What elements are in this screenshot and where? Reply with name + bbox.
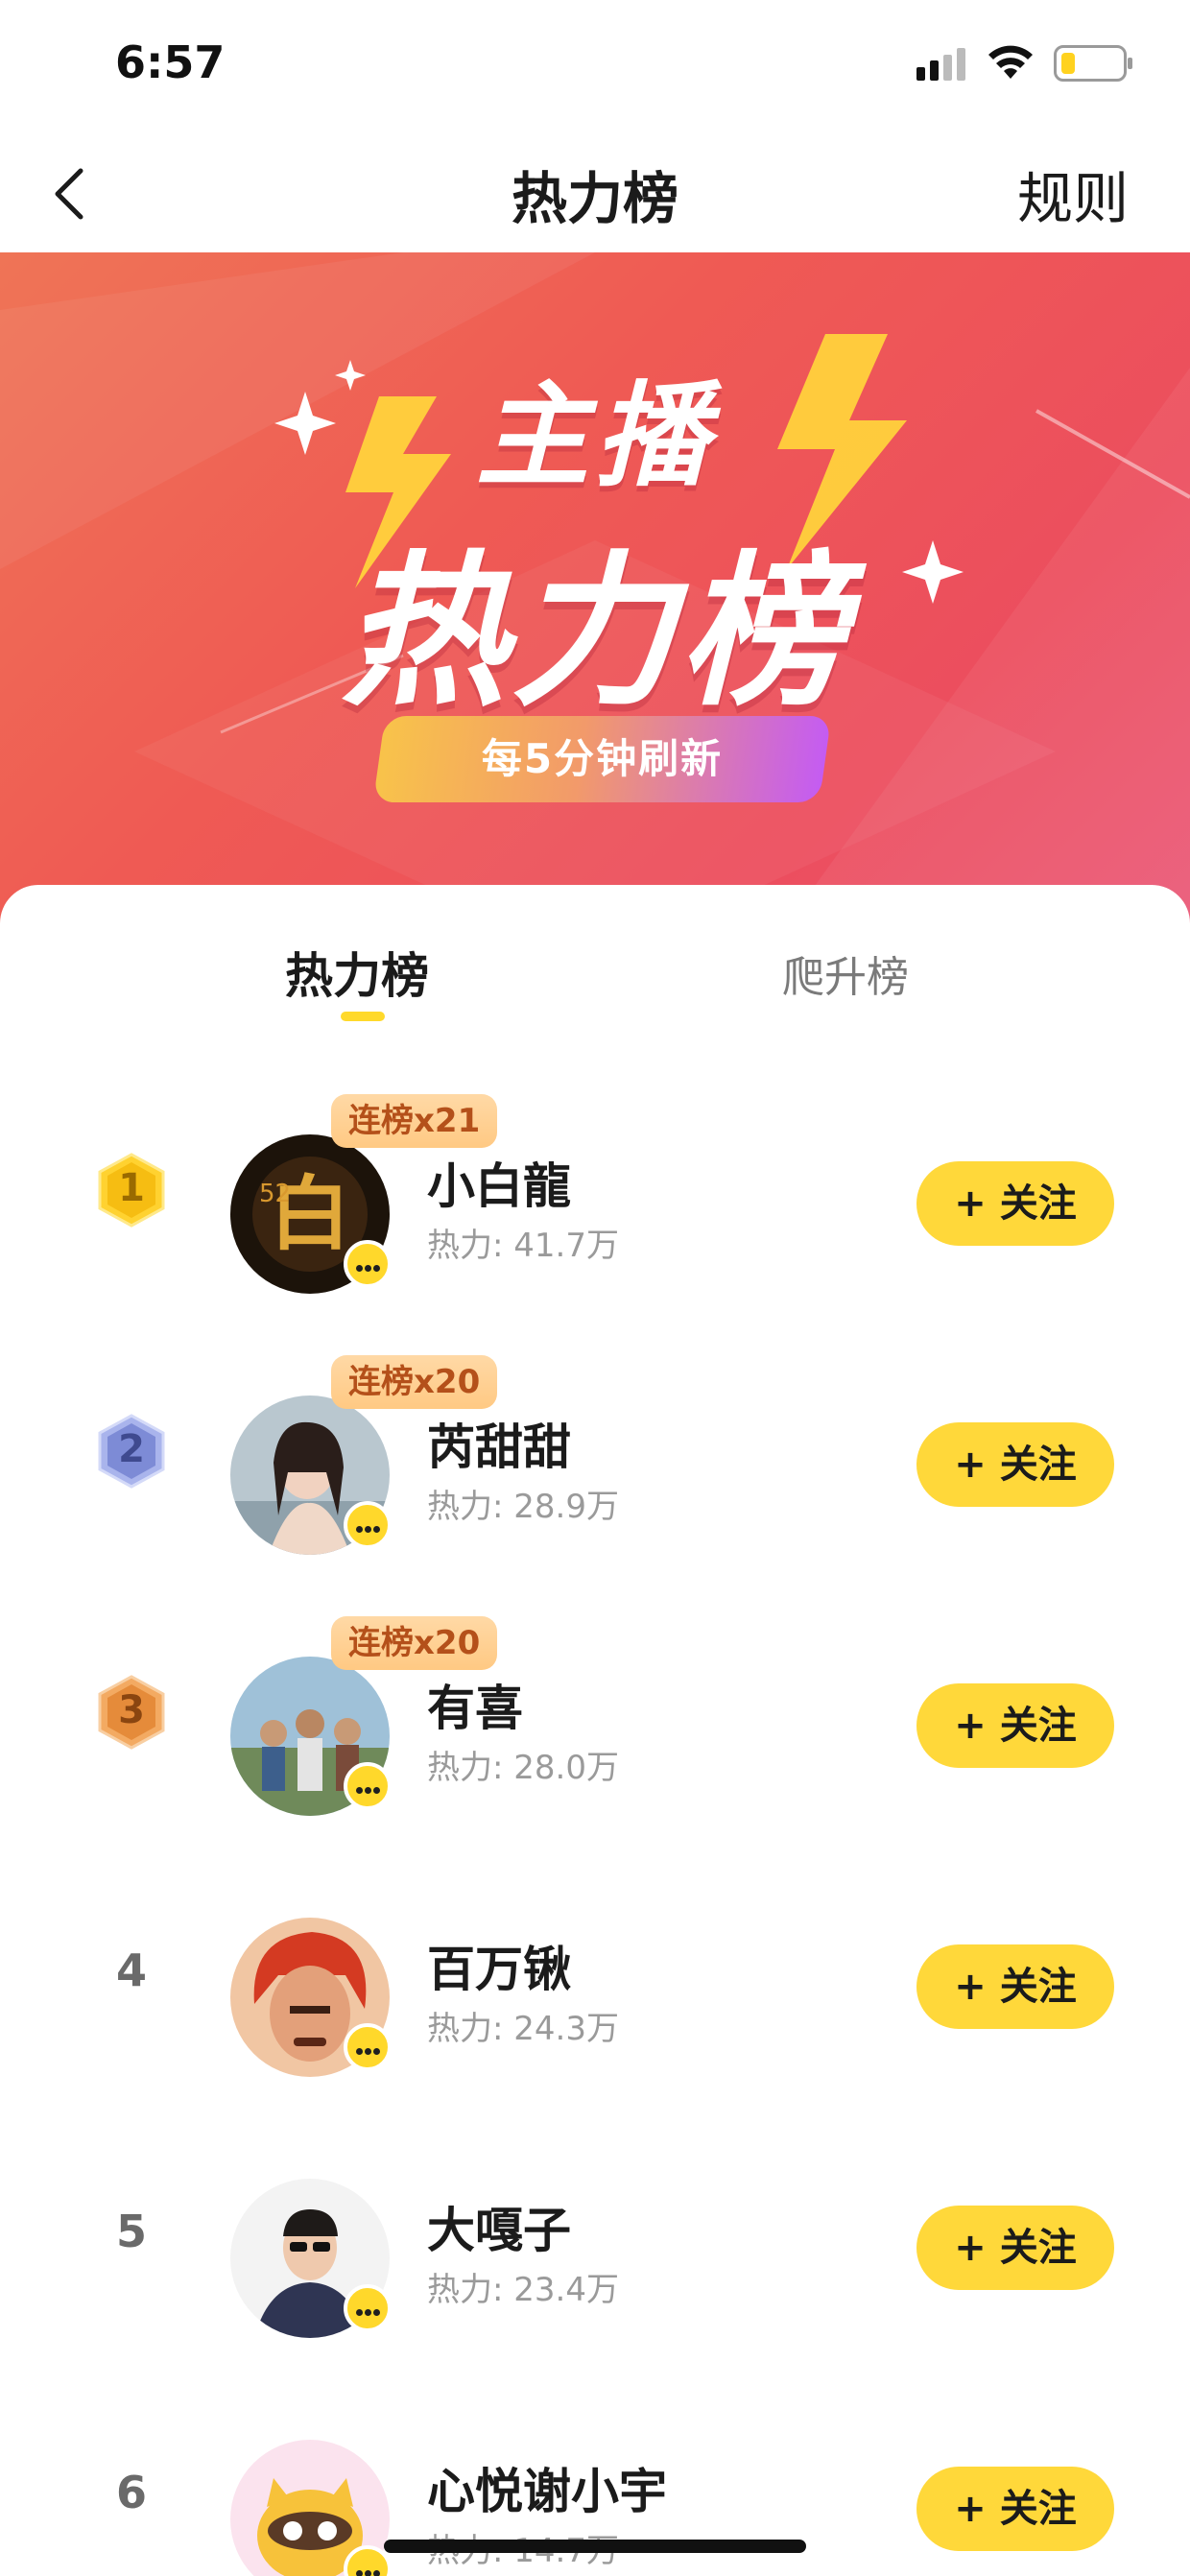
- streamer-name: 心悦谢小宇: [427, 2464, 667, 2519]
- streak-badge: 连榜x20: [331, 1616, 498, 1670]
- tab-climb-ranking[interactable]: 爬升榜: [782, 942, 909, 1004]
- nav-bar: 热力榜 规则: [0, 134, 1190, 254]
- more-icon: [344, 2023, 392, 2071]
- home-indicator[interactable]: [384, 2540, 806, 2553]
- heat-value: 热力: 28.9万: [427, 1488, 619, 1526]
- rules-link[interactable]: 规则: [1017, 154, 1129, 234]
- rank-number: 4: [115, 1944, 147, 1996]
- heat-value: 热力: 41.7万: [427, 1227, 619, 1265]
- status-bar: 6:57: [0, 0, 1190, 125]
- svg-text:52: 52: [259, 1180, 291, 1208]
- status-time: 6:57: [115, 36, 226, 88]
- ranking-row[interactable]: 3 连榜x20 有喜 热力: 28.0万 + 关注: [0, 1570, 1190, 1831]
- streamer-name: 芮甜甜: [427, 1419, 571, 1475]
- heat-value: 热力: 28.0万: [427, 1749, 619, 1787]
- follow-button[interactable]: + 关注: [916, 1944, 1114, 2029]
- banner-title-line1: 主播: [475, 370, 714, 502]
- wifi-icon: [988, 45, 1033, 79]
- ranking-row[interactable]: 1 白 52 连榜x21 小白龍 热力: 41.7万 + 关注: [0, 1048, 1190, 1309]
- battery-icon: [1054, 45, 1132, 82]
- back-arrow-icon[interactable]: [38, 155, 96, 232]
- rank-number: 5: [115, 2206, 147, 2257]
- ranking-row[interactable]: 5 大嘎子 热力: 23.4万 + 关注: [0, 2092, 1190, 2353]
- tab-hot-ranking[interactable]: 热力榜: [285, 938, 429, 1007]
- ranking-row[interactable]: 2 连榜x20 芮甜甜 热力: 28.9万 + 关注: [0, 1309, 1190, 1570]
- more-icon: [344, 2284, 392, 2332]
- streamer-name: 小白龍: [427, 1158, 571, 1214]
- ranking-card: 热力榜 爬升榜 1 白 52 连榜x21 小白龍 热力: 41.7万 + 关注 …: [0, 885, 1190, 2576]
- heat-value: 热力: 24.3万: [427, 2010, 619, 2048]
- more-icon: [344, 1240, 392, 1288]
- streak-badge: 连榜x21: [331, 1094, 498, 1148]
- streamer-name: 大嘎子: [427, 2203, 571, 2258]
- more-icon: [344, 1762, 392, 1810]
- follow-button[interactable]: + 关注: [916, 1422, 1114, 1507]
- rank-number: 2: [118, 1427, 145, 1471]
- active-tab-indicator: [341, 1012, 385, 1021]
- page-title: 热力榜: [511, 166, 678, 231]
- refresh-note: 每5分钟刷新: [481, 735, 724, 782]
- more-icon: [344, 1501, 392, 1549]
- streamer-name: 有喜: [427, 1681, 523, 1736]
- follow-button[interactable]: + 关注: [916, 2206, 1114, 2290]
- hero-banner: 主播 热力榜 每5分钟刷新: [0, 252, 1190, 924]
- rank-number: 3: [118, 1688, 145, 1732]
- follow-button[interactable]: + 关注: [916, 1683, 1114, 1768]
- follow-button[interactable]: + 关注: [916, 2467, 1114, 2551]
- rank-number: 6: [115, 2467, 147, 2518]
- cellular-signal-icon: [916, 48, 965, 81]
- heat-value: 热力: 23.4万: [427, 2271, 619, 2309]
- follow-button[interactable]: + 关注: [916, 1161, 1114, 1246]
- ranking-row[interactable]: 4 百万锹 热力: 24.3万 + 关注: [0, 1831, 1190, 2092]
- rank-number: 1: [118, 1166, 145, 1210]
- streak-badge: 连榜x20: [331, 1355, 498, 1409]
- banner-title-line2: 热力榜: [342, 536, 848, 728]
- streamer-name: 百万锹: [427, 1942, 571, 1997]
